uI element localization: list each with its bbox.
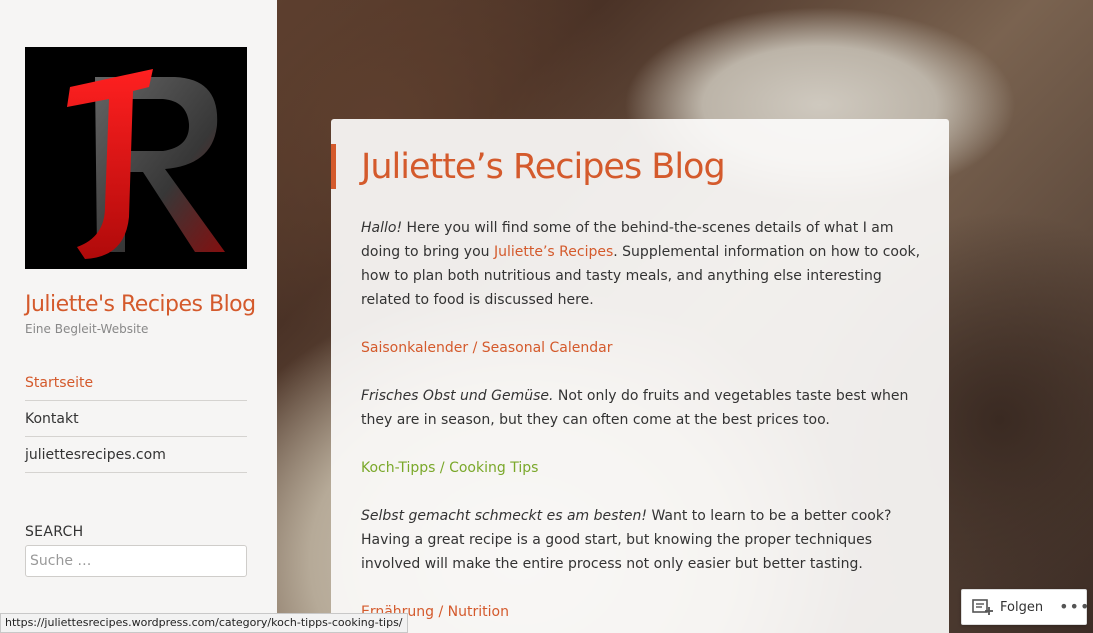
site-logo[interactable]: [25, 47, 247, 269]
follow-reader-icon: [972, 598, 994, 616]
follow-button-label[interactable]: Folgen: [1000, 600, 1043, 615]
site-tagline: Eine Begleit-Website: [25, 322, 149, 336]
more-options-icon[interactable]: •••: [1059, 599, 1090, 615]
page-body: Hallo! Here you will find some of the be…: [361, 216, 923, 633]
menu-item-kontakt[interactable]: Kontakt: [25, 401, 247, 437]
browser-status-url: https://juliettesrecipes.wordpress.com/c…: [0, 613, 408, 633]
section-description: Selbst gemacht schmeckt es am besten! Wa…: [361, 504, 923, 576]
follow-widget[interactable]: Folgen •••: [961, 589, 1090, 625]
intro-paragraph: Hallo! Here you will find some of the be…: [361, 216, 923, 312]
title-accent-bar: [331, 144, 336, 189]
page-title: Juliette’s Recipes Blog: [361, 147, 726, 187]
search-heading: SEARCH: [25, 524, 84, 540]
section-description: Frisches Obst und Gemüse. Not only do fr…: [361, 384, 923, 432]
menu-item-startseite[interactable]: Startseite: [25, 365, 247, 401]
section-link-paragraph: Saisonkalender / Seasonal Calendar: [361, 336, 923, 360]
site-title[interactable]: Juliette's Recipes Blog: [25, 292, 256, 317]
main-content-card: Juliette’s Recipes Blog Hallo! Here you …: [331, 119, 949, 633]
cooking-tips-link[interactable]: Koch-Tipps / Cooking Tips: [361, 460, 538, 476]
seasonal-calendar-link[interactable]: Saisonkalender / Seasonal Calendar: [361, 340, 612, 356]
section-emphasis: Frisches Obst und Gemüse.: [361, 388, 554, 404]
sidebar-menu: Startseite Kontakt juliettesrecipes.com: [25, 365, 247, 473]
sidebar: Juliette's Recipes Blog Eine Begleit-Web…: [0, 0, 277, 633]
menu-item-juliettesrecipes[interactable]: juliettesrecipes.com: [25, 437, 247, 473]
intro-greeting: Hallo!: [361, 220, 403, 236]
section-link-paragraph: Koch-Tipps / Cooking Tips: [361, 456, 923, 480]
jr-monogram-icon: [67, 69, 225, 259]
juliettes-recipes-link[interactable]: Juliette’s Recipes: [494, 244, 613, 260]
search-input[interactable]: [25, 545, 247, 577]
section-link-paragraph: Ernährung / Nutrition: [361, 600, 923, 624]
section-emphasis: Selbst gemacht schmeckt es am besten!: [361, 508, 648, 524]
